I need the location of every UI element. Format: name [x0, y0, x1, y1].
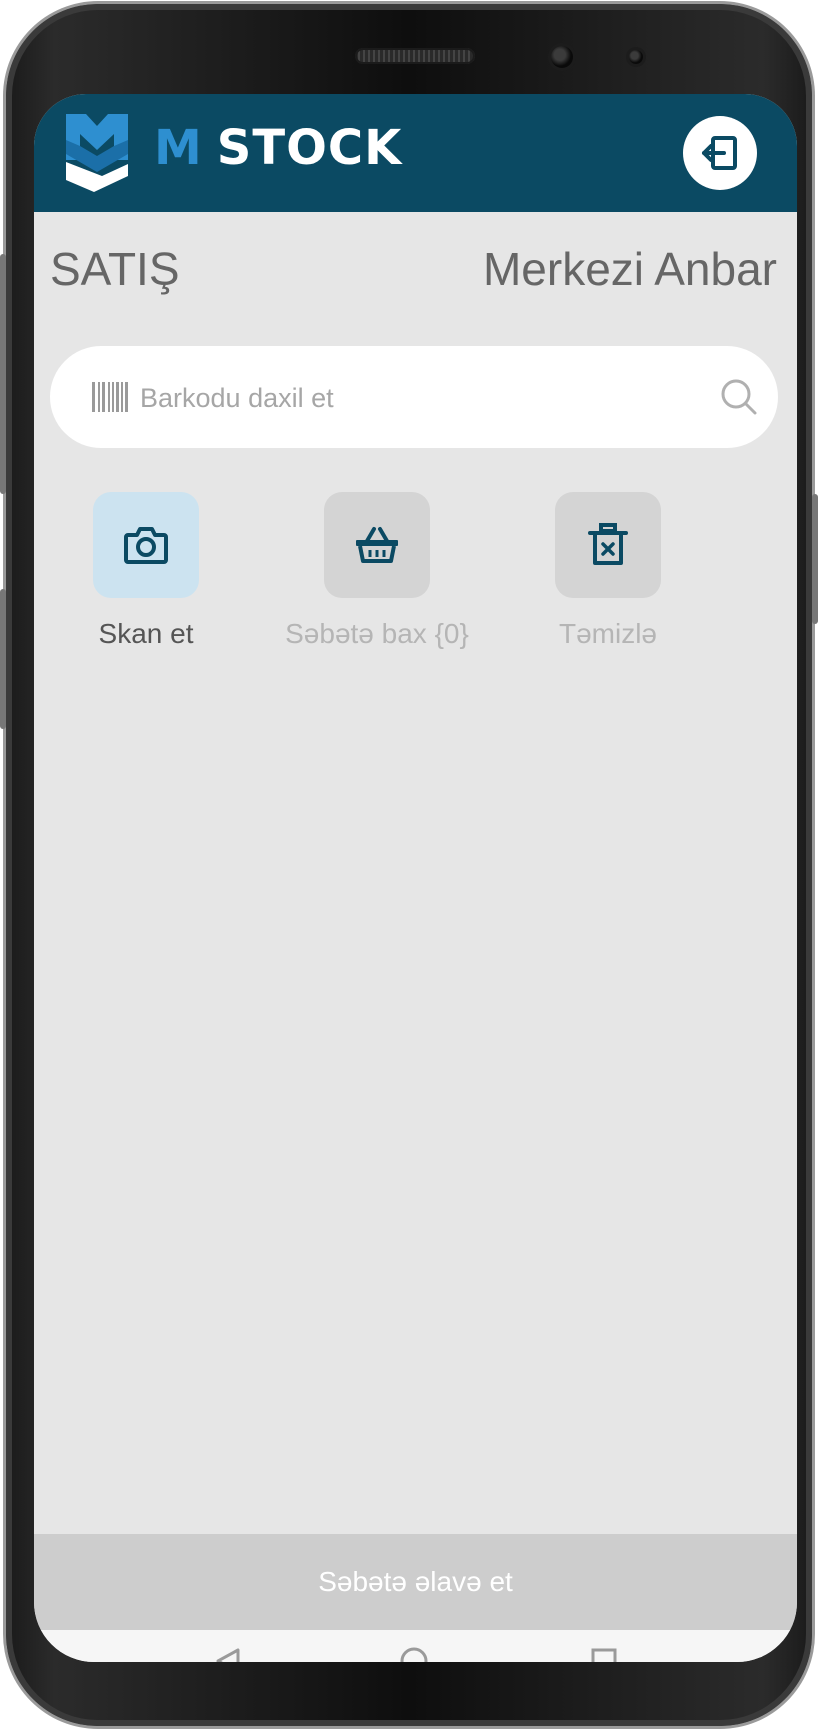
- barcode-input[interactable]: [138, 370, 662, 426]
- basket-icon: [356, 527, 398, 563]
- proximity-sensor: [629, 50, 643, 64]
- back-icon[interactable]: [214, 1646, 244, 1662]
- app-header: M STOCK: [34, 94, 797, 212]
- clear-button[interactable]: [555, 492, 661, 598]
- clear-label: Təmizlə: [558, 618, 657, 649]
- power-button: [0, 254, 6, 494]
- page-title: SATIŞ: [50, 243, 180, 295]
- search-icon[interactable]: [720, 378, 758, 416]
- warehouse-name: Merkezi Anbar: [482, 243, 777, 295]
- phone-frame: M STOCK SATIŞ Merkezi Anbar Barkodu daxi…: [0, 4, 818, 1726]
- brand-logo-icon: [66, 114, 128, 192]
- front-camera: [551, 46, 573, 68]
- side-key: [812, 494, 818, 624]
- system-nav-bar: [34, 1630, 797, 1662]
- logout-button[interactable]: [683, 116, 757, 190]
- view-cart-label: Səbətə bax {0}: [285, 618, 469, 649]
- earpiece-speaker: [355, 48, 475, 64]
- trash-icon: [588, 523, 628, 565]
- scan-action[interactable]: Skan et: [36, 492, 256, 650]
- clear-action[interactable]: Təmizlə: [498, 492, 718, 650]
- add-to-cart-button[interactable]: Səbətə əlavə et: [34, 1534, 797, 1630]
- camera-icon: [124, 527, 168, 564]
- view-cart-button[interactable]: [324, 492, 430, 598]
- brand-name: STOCK: [216, 120, 403, 176]
- recents-icon[interactable]: [589, 1646, 619, 1662]
- view-cart-action[interactable]: Səbətə bax {0}: [267, 492, 487, 650]
- add-to-cart-label: Səbətə əlavə et: [318, 1566, 513, 1597]
- brand-wordmark: M STOCK: [154, 118, 402, 178]
- volume-button: [0, 589, 6, 729]
- app-screen: M STOCK SATIŞ Merkezi Anbar Barkodu daxi…: [34, 94, 797, 1662]
- scan-label: Skan et: [98, 618, 194, 649]
- home-icon[interactable]: [399, 1646, 429, 1662]
- brand-initial: M: [154, 120, 203, 176]
- barcode-search-bar: [50, 346, 778, 448]
- logout-icon: [702, 136, 737, 170]
- barcode-icon: [92, 382, 128, 412]
- scan-button[interactable]: [93, 492, 199, 598]
